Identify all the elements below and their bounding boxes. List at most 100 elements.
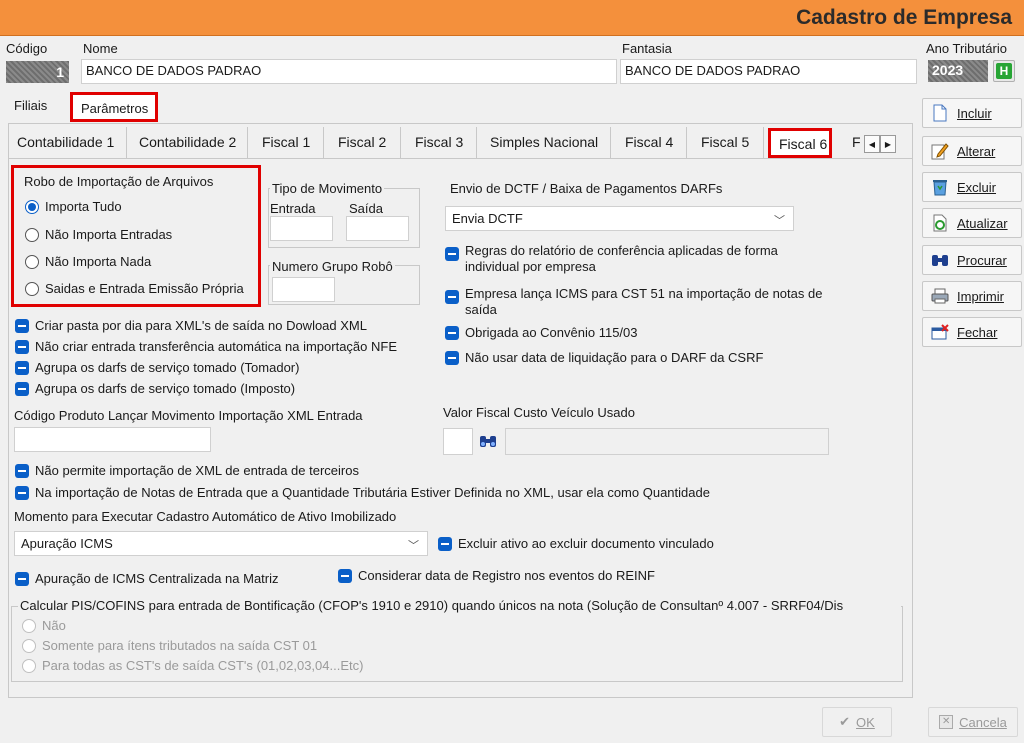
nome-label: Nome bbox=[83, 41, 118, 56]
recycle-bin-icon bbox=[931, 178, 949, 196]
checkbox-icon bbox=[15, 339, 29, 354]
check-quantidade-tributaria[interactable]: Na importação de Notas de Entrada que a … bbox=[15, 485, 710, 500]
radio-selected-icon bbox=[25, 199, 39, 214]
saida-label: Saída bbox=[349, 201, 383, 216]
tab-fiscal-2[interactable]: Fiscal 2 bbox=[324, 127, 401, 158]
check-label: Obrigada ao Convênio 115/03 bbox=[465, 325, 638, 340]
check-excluir-ativo[interactable]: Excluir ativo ao excluir documento vincu… bbox=[438, 536, 714, 551]
codigo-label: Código bbox=[6, 41, 48, 56]
check-label: Não criar entrada transferência automáti… bbox=[35, 339, 398, 354]
check-apuracao-icms-centralizada[interactable]: Apuração de ICMS Centralizada na Matriz bbox=[15, 571, 279, 586]
procurar-button[interactable]: Procurar bbox=[922, 245, 1022, 275]
tab-scroll-left-icon[interactable]: ◀ bbox=[864, 135, 880, 153]
check-nao-permite-importacao[interactable]: Não permite importação de XML de entrada… bbox=[15, 463, 359, 478]
entrada-label: Entrada bbox=[270, 201, 316, 216]
checkbox-icon bbox=[445, 247, 459, 261]
excluir-button[interactable]: Excluir bbox=[922, 172, 1022, 202]
radio-label: Para todas as CST's de saída CST's (01,0… bbox=[42, 658, 364, 673]
check-nao-criar-entrada[interactable]: Não criar entrada transferência automáti… bbox=[15, 339, 397, 354]
radio-icon bbox=[25, 227, 39, 242]
nome-field[interactable]: BANCO DE DADOS PADRAO bbox=[81, 59, 617, 84]
saida-field[interactable] bbox=[346, 216, 409, 241]
check-icms-cst51[interactable]: Empresa lança ICMS para CST 51 na import… bbox=[445, 286, 845, 318]
tab-fiscal-1[interactable]: Fiscal 1 bbox=[248, 127, 324, 158]
momento-label: Momento para Executar Cadastro Automátic… bbox=[14, 509, 397, 524]
radio-pis-todas-cst[interactable]: Para todas as CST's de saída CST's (01,0… bbox=[22, 658, 363, 673]
robo-group-title: Robo de Importação de Arquivos bbox=[22, 174, 216, 189]
radio-label: Não Importa Entradas bbox=[45, 227, 173, 242]
button-label: Fechar bbox=[957, 324, 998, 340]
chevron-down-icon: ﹀ bbox=[408, 540, 419, 552]
momento-select[interactable]: Apuração ICMS ﹀ bbox=[14, 531, 428, 556]
incluir-button[interactable]: Incluir bbox=[922, 98, 1022, 128]
checkbox-icon bbox=[445, 350, 459, 365]
fantasia-field[interactable]: BANCO DE DADOS PADRAO bbox=[620, 59, 917, 84]
valor-fiscal-descricao-field bbox=[505, 428, 829, 455]
document-icon bbox=[931, 104, 949, 122]
radio-pis-somente-cst01[interactable]: Somente para ítens tributados na saída C… bbox=[22, 638, 317, 653]
ano-tributario-field[interactable]: 2023 bbox=[928, 60, 988, 82]
check-label: Não permite importação de XML de entrada… bbox=[35, 463, 359, 478]
cancela-button[interactable]: ✕ Cancela bbox=[928, 707, 1018, 737]
check-agrupa-imposto[interactable]: Agrupa os darfs de serviço tomado (Impos… bbox=[15, 381, 295, 396]
tab-fiscal-4[interactable]: Fiscal 4 bbox=[611, 127, 687, 158]
radio-icon bbox=[25, 281, 39, 296]
button-label: Procurar bbox=[957, 252, 1007, 268]
codigo-field[interactable]: 1 bbox=[6, 61, 69, 83]
pis-cofins-title: Calcular PIS/COFINS para entrada de Bont… bbox=[18, 598, 901, 613]
check-nao-usar-data-liquidacao[interactable]: Não usar data de liquidação para o DARF … bbox=[445, 350, 763, 365]
imprimir-button[interactable]: Imprimir bbox=[922, 281, 1022, 311]
tab-parametros[interactable]: Parâmetros bbox=[70, 92, 158, 122]
check-label: Criar pasta por dia para XML's de saída … bbox=[35, 318, 367, 333]
momento-value: Apuração ICMS bbox=[21, 536, 113, 551]
tab-fiscal-5[interactable]: Fiscal 5 bbox=[687, 127, 764, 158]
tab-f-truncated[interactable]: F bbox=[844, 127, 864, 158]
radio-saidas-entrada[interactable]: Saidas e Entrada Emissão Própria bbox=[25, 281, 244, 296]
check-convenio-115[interactable]: Obrigada ao Convênio 115/03 bbox=[445, 325, 638, 340]
radio-icon bbox=[22, 658, 36, 673]
tab-contabilidade-1[interactable]: Contabilidade 1 bbox=[9, 127, 127, 158]
check-label: Empresa lança ICMS para CST 51 na import… bbox=[465, 286, 823, 317]
radio-label: Somente para ítens tributados na saída C… bbox=[42, 638, 318, 653]
edit-icon bbox=[931, 142, 949, 160]
numero-grupo-label: Numero Grupo Robô bbox=[270, 259, 395, 274]
ano-label: Ano Tributário bbox=[926, 41, 1007, 56]
check-criar-pasta[interactable]: Criar pasta por dia para XML's de saída … bbox=[15, 318, 367, 333]
tab-scroll-right-icon[interactable]: ▶ bbox=[880, 135, 896, 153]
button-label: Incluir bbox=[957, 105, 992, 121]
tab-fiscal-3[interactable]: Fiscal 3 bbox=[401, 127, 477, 158]
checkbox-icon bbox=[15, 381, 29, 396]
binoculars-icon bbox=[931, 251, 949, 269]
ano-help-button[interactable]: H bbox=[993, 60, 1015, 82]
check-regras-relatorio[interactable]: Regras do relatório de conferência aplic… bbox=[445, 243, 845, 275]
printer-icon bbox=[931, 287, 949, 305]
check-label: Agrupa os darfs de serviço tomado (Tomad… bbox=[35, 360, 300, 375]
fechar-button[interactable]: Fechar bbox=[922, 317, 1022, 347]
radio-label: Importa Tudo bbox=[45, 199, 122, 214]
binoculars-icon[interactable] bbox=[478, 432, 498, 450]
entrada-field[interactable] bbox=[270, 216, 333, 241]
button-label: Alterar bbox=[957, 143, 996, 159]
check-considerar-reinf[interactable]: Considerar data de Registro nos eventos … bbox=[338, 568, 655, 583]
dctf-select[interactable]: Envia DCTF ﹀ bbox=[445, 206, 794, 231]
tab-fiscal-6[interactable]: Fiscal 6 bbox=[768, 128, 832, 158]
ok-button[interactable]: ✔ OK bbox=[822, 707, 892, 737]
numero-grupo-field[interactable] bbox=[272, 277, 335, 302]
radio-importa-tudo[interactable]: Importa Tudo bbox=[25, 199, 122, 214]
codigo-produto-field[interactable] bbox=[14, 427, 211, 452]
valor-fiscal-field[interactable] bbox=[443, 428, 473, 455]
check-label: Excluir ativo ao excluir documento vincu… bbox=[458, 536, 714, 551]
alterar-button[interactable]: Alterar bbox=[922, 136, 1022, 166]
radio-pis-nao[interactable]: Não bbox=[22, 618, 66, 633]
h-icon: H bbox=[996, 63, 1012, 79]
tab-filiais[interactable]: Filiais bbox=[6, 92, 66, 122]
radio-nao-importa-entradas[interactable]: Não Importa Entradas bbox=[25, 227, 172, 242]
refresh-icon bbox=[931, 214, 949, 232]
tab-contabilidade-2[interactable]: Contabilidade 2 bbox=[127, 127, 248, 158]
checkbox-icon bbox=[338, 568, 352, 583]
atualizar-button[interactable]: Atualizar bbox=[922, 208, 1022, 238]
check-agrupa-tomador[interactable]: Agrupa os darfs de serviço tomado (Tomad… bbox=[15, 360, 299, 375]
button-label: Imprimir bbox=[957, 288, 1004, 304]
tab-simples-nacional[interactable]: Simples Nacional bbox=[477, 127, 611, 158]
radio-nao-importa-nada[interactable]: Não Importa Nada bbox=[25, 254, 151, 269]
